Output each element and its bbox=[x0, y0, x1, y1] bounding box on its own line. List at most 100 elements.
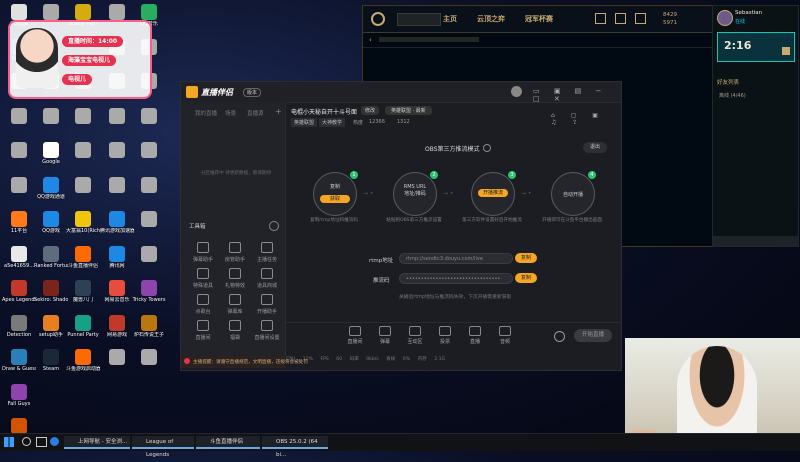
tools-header: 工具箱 bbox=[189, 224, 206, 230]
user-avatar[interactable] bbox=[511, 86, 522, 97]
tool-item[interactable]: 道具商城 bbox=[253, 268, 281, 289]
tool-item[interactable]: 主播任务 bbox=[253, 242, 281, 263]
app-icon bbox=[75, 245, 91, 262]
step-caption: 开播即可在斗鱼平台播出画面 bbox=[542, 218, 602, 223]
desktop-icon[interactable]: 斗鱼游戏启动器 bbox=[66, 349, 100, 389]
tool-icon bbox=[197, 320, 209, 331]
copy-rtmp-button[interactable]: 复制 bbox=[515, 253, 537, 263]
bottom-tool[interactable]: 音频 bbox=[490, 326, 520, 345]
desktop-icon-label: 炉石传说王子 bbox=[133, 331, 164, 338]
desktop-icon-label: Apex Legends bbox=[2, 297, 36, 303]
desktop-icon-label: 斗鱼游戏启动器 bbox=[66, 366, 100, 372]
bottom-tool[interactable]: 直播 bbox=[460, 326, 490, 345]
lol-logo[interactable] bbox=[371, 12, 385, 26]
friend-group-offline[interactable]: 离线 (4/46) bbox=[719, 92, 746, 99]
stream-line1: 海藻宝宝电视儿 bbox=[62, 55, 117, 66]
obs-mode-title: OBS第三方推流模式 bbox=[425, 146, 480, 153]
collection-icon[interactable] bbox=[615, 13, 626, 24]
tab-my-live[interactable]: 我的直播 bbox=[195, 109, 217, 117]
step-number: 2 bbox=[430, 171, 438, 179]
step-top-text: 复制 bbox=[329, 184, 340, 190]
tool-label: 开播助手 bbox=[256, 309, 277, 315]
tool-item[interactable]: 特殊道具 bbox=[189, 268, 217, 289]
header-tool-icons[interactable]: ⌂ ▢ ▣ ♫ ⇪ bbox=[551, 112, 621, 126]
tool-item[interactable]: 直播间设置 bbox=[253, 320, 281, 341]
edge-icon[interactable] bbox=[50, 437, 59, 446]
stream-line2: 电视儿 bbox=[62, 74, 93, 85]
tag-teach[interactable]: 大神教学 bbox=[319, 118, 346, 127]
task-browser[interactable]: 上网导航 - 安全浏... bbox=[64, 436, 130, 449]
lol-search-input[interactable] bbox=[397, 13, 441, 26]
step-button[interactable]: 获取 bbox=[320, 195, 350, 203]
bottom-tool[interactable]: 弹幕 bbox=[370, 326, 400, 345]
desktop-icon[interactable] bbox=[100, 349, 134, 389]
app-icon bbox=[75, 4, 91, 20]
edit-title-button[interactable]: 修改 bbox=[361, 106, 380, 115]
app-icon bbox=[141, 142, 157, 158]
stream-key-field[interactable]: •••••••••••••••••••••••••••••••• bbox=[399, 273, 513, 284]
rtmp-url-field[interactable]: rtmp://sendtc3.douyu.com/live bbox=[399, 253, 513, 264]
category-selector[interactable]: 英雄联盟 · 最新 bbox=[385, 106, 432, 115]
streaming-companion-window[interactable]: 直播伴侣 版本 ▭ ▣ ▤ − □ ✕ 我的直播 场景 直播源 + 分区推荐中 … bbox=[180, 81, 622, 371]
lol-header: 主页 云顶之弈 冠军杯赛 8429 5971 bbox=[363, 6, 713, 33]
tool-item[interactable]: 房管助手 bbox=[221, 242, 249, 263]
start-live-button[interactable]: 开始直播 bbox=[574, 329, 612, 342]
app-icon bbox=[11, 4, 27, 20]
app-icon bbox=[75, 280, 91, 296]
nav-home[interactable]: 主页 bbox=[443, 14, 457, 24]
bottom-tool-icon bbox=[349, 326, 361, 336]
task-douyu[interactable]: 斗鱼直播伴侣 bbox=[196, 436, 260, 449]
shop-icon[interactable] bbox=[595, 13, 606, 24]
tool-item[interactable]: 福袋 bbox=[221, 320, 249, 341]
notice-bar: 主播提醒：请遵守直播规范，文明直播，违规将会被处罚 bbox=[181, 356, 308, 368]
desktop-icon-label: Steam bbox=[42, 366, 60, 372]
step-button[interactable]: 开播推流 bbox=[478, 189, 508, 197]
tab-scene[interactable]: 场景 bbox=[225, 109, 236, 117]
task-obs[interactable]: OBS 25.0.2 (64 bi... bbox=[262, 436, 328, 458]
loot-icon[interactable] bbox=[635, 13, 646, 24]
tool-item[interactable]: 弹幕助手 bbox=[189, 242, 217, 263]
bottom-tool[interactable]: 直播间 bbox=[340, 326, 370, 345]
app-icon bbox=[75, 176, 91, 193]
desktop-icon-label: 网易游戏 bbox=[106, 331, 127, 338]
help-icon[interactable] bbox=[483, 144, 491, 152]
back-chevron-icon[interactable]: ‹ bbox=[369, 36, 372, 44]
task-lol[interactable]: League of Legends bbox=[132, 436, 194, 458]
add-icon[interactable]: + bbox=[275, 107, 282, 116]
subheader-text bbox=[379, 37, 479, 42]
desktop-icon[interactable]: Steam bbox=[34, 349, 68, 389]
task-view-icon[interactable] bbox=[36, 437, 47, 447]
settings-icon[interactable] bbox=[554, 331, 565, 342]
notice-icon bbox=[184, 358, 190, 364]
tag-game[interactable]: 英雄联盟 bbox=[291, 118, 318, 127]
app-sidebar: 我的直播 场景 直播源 + 分区推荐中 待更新数据，敬请期待 工具箱 弹幕助手 房… bbox=[181, 102, 286, 356]
queue-timer: 2:16 bbox=[724, 39, 752, 52]
window-controls[interactable]: ▭ ▣ ▤ − □ ✕ bbox=[533, 87, 621, 103]
exit-obs-button[interactable]: 退出 bbox=[583, 142, 607, 153]
step-arrow: → • bbox=[521, 190, 532, 197]
windows-start-icon[interactable] bbox=[4, 437, 14, 447]
nav-tft[interactable]: 云顶之弈 bbox=[477, 14, 505, 24]
bottom-tool[interactable]: 互动区 bbox=[400, 326, 430, 345]
desktop-icon-label: Draw & Guess bbox=[2, 366, 36, 372]
app-icon bbox=[43, 280, 59, 296]
bottom-tool-label: 互动区 bbox=[407, 339, 423, 345]
bottom-tool[interactable]: 投票 bbox=[430, 326, 460, 345]
tool-item[interactable]: 点歌台 bbox=[189, 294, 217, 315]
copy-key-button[interactable]: 复制 bbox=[515, 273, 537, 283]
tools-more-icon[interactable] bbox=[269, 221, 279, 231]
tool-item[interactable]: 直播间 bbox=[189, 320, 217, 341]
desktop-icon[interactable] bbox=[132, 349, 166, 389]
app-icon bbox=[141, 314, 157, 331]
cancel-queue-icon[interactable] bbox=[782, 47, 790, 55]
tool-label: 房管助手 bbox=[224, 257, 245, 263]
tool-item[interactable]: 弹幕库 bbox=[221, 294, 249, 315]
riot-points-count: 5971 bbox=[663, 20, 677, 26]
tab-source[interactable]: 直播源 bbox=[247, 109, 264, 117]
avatar[interactable] bbox=[717, 10, 733, 26]
tool-item[interactable]: 礼物特效 bbox=[221, 268, 249, 289]
nav-champions[interactable]: 冠军杯赛 bbox=[525, 14, 553, 24]
tool-item[interactable]: 开播助手 bbox=[253, 294, 281, 315]
search-icon[interactable] bbox=[22, 437, 31, 446]
app-version-badge[interactable]: 版本 bbox=[243, 88, 262, 97]
